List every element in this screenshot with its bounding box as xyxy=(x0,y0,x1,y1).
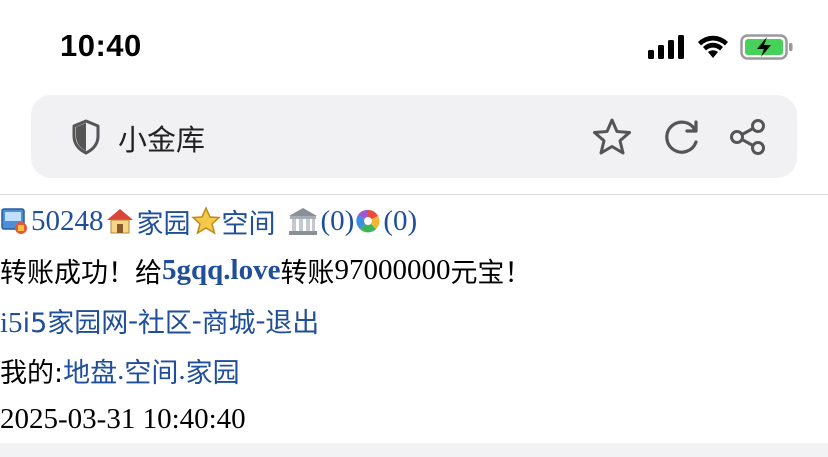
top-nav: 50248 家园 空间 (0) (0) xyxy=(0,201,417,241)
land-link[interactable]: 地盘 xyxy=(63,351,117,390)
message-prefix: 转账成功！给 xyxy=(0,257,162,289)
recipient-link[interactable]: 5gqq.love xyxy=(162,254,280,287)
logout-link[interactable]: 退出 xyxy=(265,301,319,340)
wifi-icon xyxy=(698,35,728,58)
browser-toolbar: 小金库 xyxy=(0,92,828,194)
site-home-link[interactable]: i5i5家园网 xyxy=(0,301,128,340)
timestamp-row: 2025-03-31 10:40:40 xyxy=(0,399,246,439)
home-link[interactable]: 家园 xyxy=(137,202,191,241)
message-suffix: 元宝！ xyxy=(450,257,532,289)
message-middle: 转账 xyxy=(280,257,335,289)
dot-separator: . xyxy=(178,353,186,386)
mall-link[interactable]: 商城 xyxy=(202,301,256,340)
timestamp: 2025-03-31 10:40:40 xyxy=(0,402,246,435)
star-icon[interactable] xyxy=(592,117,632,157)
message-count-link[interactable]: (0) xyxy=(383,205,417,238)
transfer-amount: 97000000 xyxy=(334,253,451,286)
mine-label: 我的: xyxy=(0,357,64,389)
share-icon[interactable] xyxy=(728,117,768,157)
status-icons xyxy=(648,34,794,60)
my-home-link[interactable]: 家园 xyxy=(186,351,240,390)
separator: - xyxy=(255,303,266,336)
battery-charging-icon xyxy=(740,34,793,60)
user-id-link[interactable]: 50248 xyxy=(31,205,104,238)
dot-separator: . xyxy=(117,353,125,386)
status-bar: 10:40 xyxy=(0,0,828,92)
space-link[interactable]: 空间 xyxy=(222,202,276,241)
shield-icon[interactable] xyxy=(71,119,101,155)
user-icon xyxy=(1,208,27,234)
address-bar[interactable]: 小金库 xyxy=(31,95,797,178)
site-links: i5i5家园网 - 社区 - 商城 - 退出 xyxy=(0,300,319,340)
community-link[interactable]: 社区 xyxy=(138,301,192,340)
status-time: 10:40 xyxy=(60,28,142,63)
bank-count-link[interactable]: (0) xyxy=(321,205,355,238)
reload-icon[interactable] xyxy=(662,117,702,157)
page-title[interactable]: 小金库 xyxy=(118,117,205,159)
house-icon xyxy=(106,209,133,234)
page-content: 50248 家园 空间 (0) (0) 转账成功！给 5gqq.love 转账 … xyxy=(0,195,828,443)
transfer-message: 转账成功！给 5gqq.love 转账 97000000 元宝！ xyxy=(0,250,531,290)
star-badge-icon xyxy=(190,206,221,235)
my-links: 我的: 地盘 . 空间 . 家园 xyxy=(0,350,240,390)
message-icon xyxy=(356,209,380,233)
separator: - xyxy=(128,303,138,336)
my-space-link[interactable]: 空间 xyxy=(124,351,178,390)
bank-icon xyxy=(288,208,317,235)
signal-icon xyxy=(648,35,684,59)
separator: - xyxy=(191,303,202,336)
